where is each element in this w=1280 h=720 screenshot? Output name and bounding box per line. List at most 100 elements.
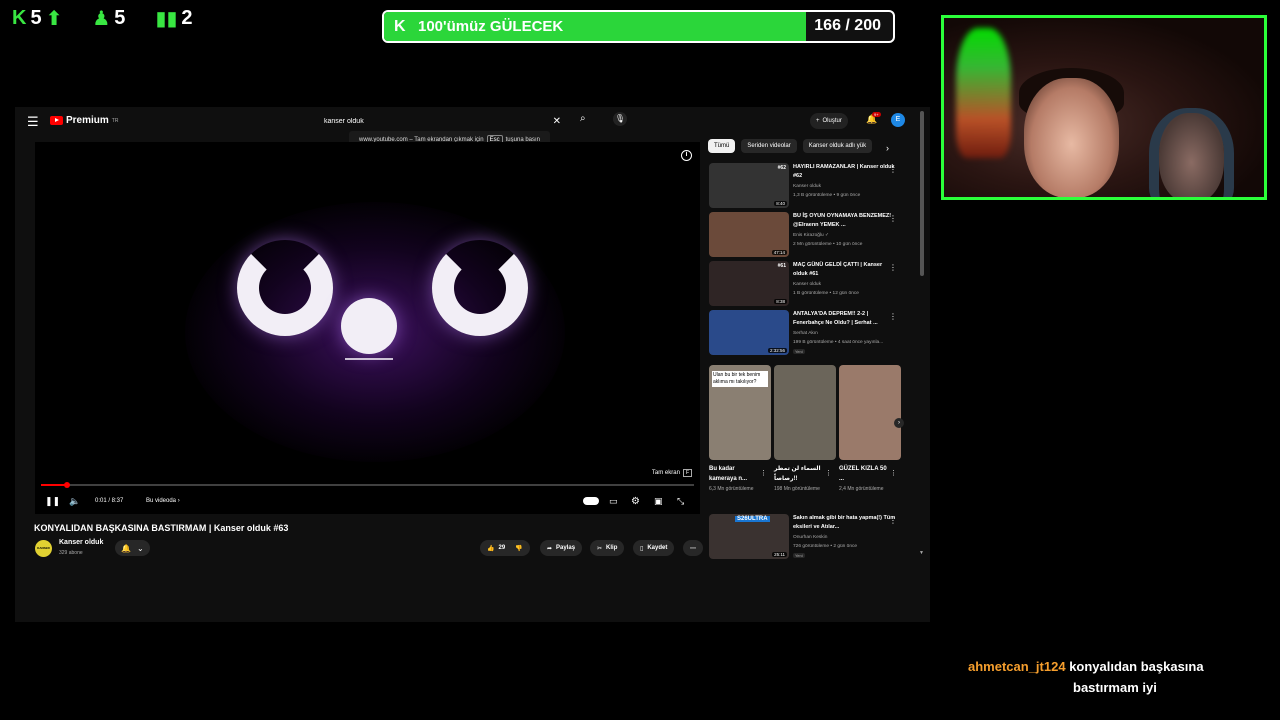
video-title: KONYALIDAN BAŞKASINA BASTIRMAM | Kanser … (34, 523, 289, 533)
notification-badge: 9+ (872, 112, 881, 117)
chip-series[interactable]: Seriden videolar (741, 139, 797, 153)
mouth-line (345, 358, 393, 360)
subscription-bell-button[interactable]: 🔔 ⌄ (115, 540, 150, 556)
chapter-button[interactable]: Bu videoda › (146, 498, 180, 504)
stream-stats: K 5 ⬆ ♟ 5 ▮▮ 2 (12, 6, 193, 31)
more-actions-button[interactable]: ⋯ (683, 540, 703, 556)
guest-face (1159, 113, 1224, 197)
more-vert-icon[interactable]: ⋮ (889, 312, 897, 321)
exit-fullscreen-icon[interactable]: ⤡ (677, 496, 684, 507)
autoplay-toggle[interactable] (583, 497, 599, 505)
chip-channel[interactable]: Kanser olduk adlı yük (802, 139, 873, 153)
volume-icon[interactable]: 🔈 (69, 496, 80, 507)
followers-count: 5 (30, 7, 42, 29)
list-item[interactable]: #62 8:40 HAYIRLI RAMAZANLAR | Kanser old… (709, 163, 909, 209)
subs-stat: ♟ 5 (92, 6, 125, 31)
up-arrow-icon: ⬆ (45, 8, 63, 30)
kick-k-icon: K (394, 18, 406, 35)
left-eye-shape (237, 240, 333, 336)
clip-button[interactable]: ✂ Klip (590, 540, 625, 556)
more-vert-icon[interactable]: ⋮ (889, 516, 897, 525)
bars-count: 2 (181, 7, 193, 29)
more-vert-icon[interactable]: ⋮ (889, 214, 897, 223)
search-box[interactable]: ✕ (318, 112, 573, 130)
subtitles-icon[interactable]: ▭ (609, 496, 618, 507)
save-button[interactable]: ▯ Kaydet (633, 540, 675, 556)
like-button[interactable]: 👍 29 👎 (480, 540, 530, 556)
player-controls: ❚❚ 🔈 0:01 / 8:37 Bu videoda › ▭ ⚙ ▣ ⤡ (35, 488, 700, 514)
goal-bar: K 100'ümüz GÜLECEK 166 / 200 (382, 10, 895, 43)
list-item[interactable]: #61 8:38 MAÇ GÜNÜ GELDİ ÇATTI | Kanser o… (709, 261, 909, 307)
streamer-face (1024, 78, 1119, 197)
more-vert-icon[interactable]: ⋮ (890, 469, 897, 477)
create-button[interactable]: + Oluştur (810, 113, 848, 129)
nose-shape (341, 298, 397, 354)
bookmark-icon: ▯ (640, 545, 644, 552)
theater-mode-icon[interactable]: ▣ (654, 496, 663, 507)
channel-avatar[interactable]: KANSER OLDUK (35, 540, 52, 557)
share-button[interactable]: ➦ Paylaş (540, 540, 583, 556)
share-icon: ➦ (547, 545, 553, 552)
list-item[interactable]: 2:32:56 ANTALYA'DA DEPREM!! 2-2 | Fenerb… (709, 310, 909, 356)
youtube-play-icon (50, 116, 63, 125)
sidebar-scrollbar[interactable] (920, 111, 924, 276)
kick-k-icon: K (12, 7, 27, 29)
right-eye-shape (432, 240, 528, 336)
more-dots-icon: ⋯ (690, 545, 696, 552)
settings-gear-icon[interactable]: ⚙ (631, 496, 640, 507)
search-input[interactable] (318, 117, 553, 125)
chat-text: konyalıdan başkasına (1069, 659, 1204, 674)
chevron-right-icon[interactable]: › (886, 143, 889, 153)
mic-icon[interactable]: 🎙 (613, 112, 627, 126)
chevron-right-icon[interactable]: › (894, 418, 904, 428)
video-thumbnail[interactable]: 47:14 (709, 212, 789, 257)
bell-icon: 🔔 (121, 543, 131, 553)
fullscreen-hint: Tam ekran F (652, 469, 692, 477)
more-vert-icon[interactable]: ⋮ (889, 165, 897, 174)
subs-count: 5 (114, 7, 126, 29)
hamburger-menu-icon[interactable]: ☰ (27, 114, 39, 130)
youtube-window: ☰ Premium TR ✕ ⌕ 🎙 + Oluştur 🔔 9+ E www.… (15, 107, 930, 622)
subscriber-count: 329 abone (59, 550, 83, 556)
scissors-icon: ✂ (597, 545, 603, 552)
list-item[interactable]: S26ULTRA 25:11 Sakın almak gibi bir hata… (709, 514, 909, 560)
filter-chips: Tümü Seriden videolar Kanser olduk adlı … (708, 139, 873, 153)
scroll-down-icon[interactable]: ▼ (919, 550, 924, 556)
video-thumbnail[interactable]: S26ULTRA 25:11 (709, 514, 789, 559)
bar-chart-icon: ▮▮ (155, 8, 178, 30)
info-icon[interactable]: i (681, 150, 692, 161)
chat-message: ahmetcan_jt124 konyalıdan başkasına bast… (968, 656, 1238, 695)
chip-all[interactable]: Tümü (708, 139, 736, 153)
plus-icon: + (816, 118, 820, 124)
person-icon: ♟ (92, 8, 111, 30)
list-item[interactable]: 47:14 BU İŞ OYUN OYNAMAYA BENZEMEZ! @Elr… (709, 212, 909, 258)
more-vert-icon[interactable]: ⋮ (889, 263, 897, 272)
chevron-down-icon: ⌄ (136, 543, 144, 553)
webcam-feed (941, 15, 1267, 200)
short-thumbnail[interactable]: Ulan bu bir tek benim aklıma mı takılıyo… (709, 365, 771, 460)
short-thumbnail[interactable] (839, 365, 901, 460)
more-vert-icon[interactable]: ⋮ (760, 469, 767, 477)
goal-title: 100'ümüz GÜLECEK (418, 18, 564, 35)
pause-icon[interactable]: ❚❚ (45, 496, 60, 507)
avatar[interactable]: E (891, 113, 905, 127)
video-thumbnail[interactable]: 2:32:56 (709, 310, 789, 355)
video-progress-bar[interactable] (41, 482, 694, 488)
followers-stat: K 5 ⬆ (12, 6, 62, 31)
goal-count: 166 / 200 (814, 17, 881, 34)
clear-search-icon[interactable]: ✕ (553, 116, 561, 127)
search-icon[interactable]: ⌕ (580, 113, 586, 124)
thumbs-up-icon: 👍 (487, 545, 495, 552)
video-player[interactable]: i Tam ekran F ❚❚ 🔈 0:01 / 8:37 Bu videod… (35, 142, 700, 514)
channel-name[interactable]: Kanser olduk (59, 539, 103, 546)
fire-light (956, 28, 1011, 158)
youtube-premium-logo[interactable]: Premium TR (50, 115, 118, 126)
video-thumbnail[interactable]: #61 8:38 (709, 261, 789, 306)
more-vert-icon[interactable]: ⋮ (825, 469, 832, 477)
chat-username: ahmetcan_jt124 (968, 659, 1066, 674)
thumbs-down-icon[interactable]: 👎 (515, 545, 522, 552)
time-display: 0:01 / 8:37 (95, 498, 124, 504)
shorts-shelf: Ulan bu bir tek benim aklıma mı takılıyo… (709, 365, 904, 510)
video-thumbnail[interactable]: #62 8:40 (709, 163, 789, 208)
short-thumbnail[interactable] (774, 365, 836, 460)
